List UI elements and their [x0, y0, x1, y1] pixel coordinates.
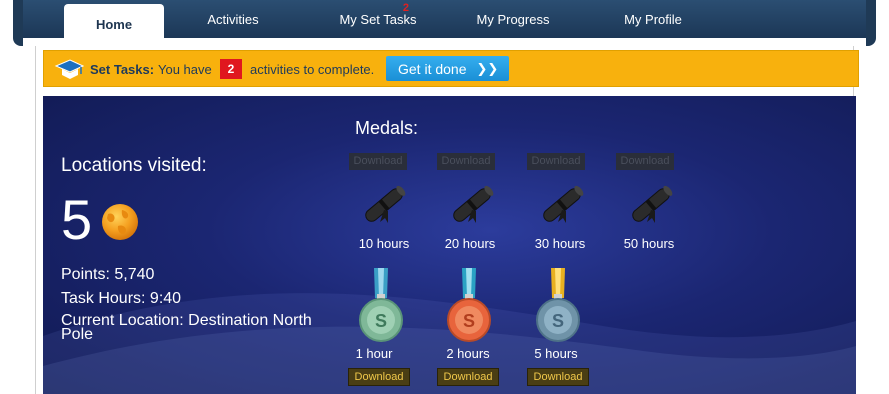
medal-download-2h-button[interactable]: Download — [437, 368, 499, 386]
locations-visited-label: Locations visited: — [61, 155, 207, 176]
tab-home-label: Home — [95, 16, 133, 32]
banner-task-count: 2 — [220, 59, 242, 79]
banner-label: Set Tasks: — [90, 62, 155, 77]
get-it-done-label: Get it done — [398, 60, 467, 77]
graduation-cap-icon — [54, 59, 84, 79]
medal-icon: S — [359, 268, 403, 342]
tab-home[interactable]: Home — [64, 4, 164, 44]
progress-panel: Locations visited: 5 Points: 5,740 Task … — [43, 96, 856, 394]
tab-activities[interactable]: Activities — [183, 0, 283, 38]
svg-text:S: S — [463, 311, 475, 331]
tab-activities-label: Activities — [207, 11, 259, 27]
medal-download-5h-button[interactable]: Download — [527, 368, 589, 386]
certificate-label-10h: 10 hours — [358, 236, 410, 251]
medals-title: Medals: — [355, 118, 419, 138]
frame-right-edge — [866, 0, 876, 46]
tab-my-profile[interactable]: My Profile — [603, 0, 703, 38]
certificate-download-30h: Download — [527, 153, 585, 170]
svg-text:S: S — [552, 311, 564, 331]
current-location-value: Current Location: Destination North Pole — [61, 312, 312, 343]
set-tasks-banner: Set Tasks: You have 2 activities to comp… — [43, 50, 859, 87]
tab-my-progress-label: My Progress — [476, 11, 550, 27]
certificate-label-30h: 30 hours — [534, 236, 586, 251]
certificate-download-20h: Download — [437, 153, 495, 170]
medal-icon: S — [447, 268, 491, 342]
certificate-scroll-icon — [632, 185, 673, 223]
medal-label-1h: 1 hour — [355, 346, 393, 361]
content-border-left — [35, 46, 36, 394]
certificate-scroll-icon — [453, 185, 494, 223]
banner-text-after: activities to complete. — [250, 62, 375, 77]
banner-text-before: You have — [158, 62, 212, 77]
medal-icon: S — [536, 268, 580, 342]
medal-download-1h-button[interactable]: Download — [348, 368, 410, 386]
globe-icon — [102, 204, 138, 240]
svg-text:S: S — [375, 311, 387, 331]
main-nav: Home Activities My Set Tasks 2 My Progre… — [23, 0, 866, 44]
tab-my-profile-label: My Profile — [624, 11, 682, 27]
page: Home Activities My Set Tasks 2 My Progre… — [0, 0, 889, 394]
certificate-label-50h: 50 hours — [623, 236, 675, 251]
tab-my-set-tasks[interactable]: My Set Tasks 2 — [323, 0, 433, 38]
medal-label-5h: 5 hours — [534, 346, 578, 361]
certificate-download-10h: Download — [349, 153, 407, 170]
double-chevron-right-icon: ❯❯ — [476, 60, 499, 76]
certificate-download-50h: Download — [616, 153, 674, 170]
task-hours-value: Task Hours: 9:40 — [61, 290, 182, 307]
certificate-label-20h: 20 hours — [444, 236, 496, 251]
certificate-scroll-icon — [543, 185, 584, 223]
points-value: Points: 5,740 — [61, 266, 155, 283]
tab-my-progress[interactable]: My Progress — [463, 0, 563, 38]
get-it-done-button[interactable]: Get it done ❯❯ — [386, 56, 509, 81]
frame-left-edge — [13, 0, 23, 46]
certificate-scroll-icon — [365, 185, 406, 223]
medal-label-2h: 2 hours — [446, 346, 490, 361]
set-tasks-badge: 2 — [402, 2, 409, 14]
locations-visited-count: 5 — [61, 188, 93, 251]
